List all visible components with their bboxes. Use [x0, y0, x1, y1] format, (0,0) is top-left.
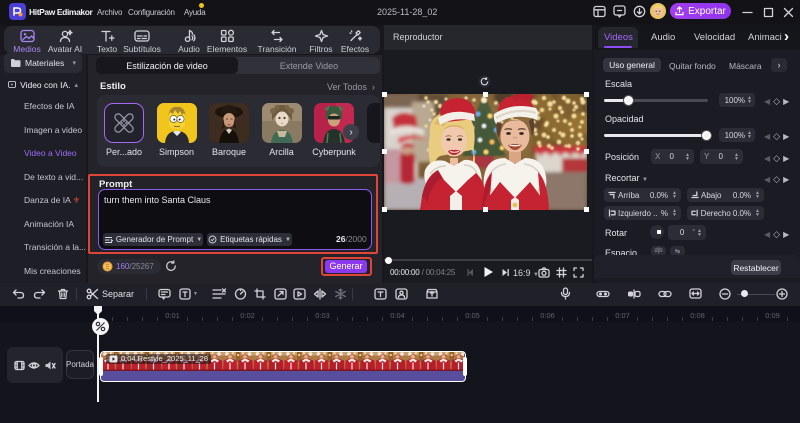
svg-text:0:08: 0:08: [690, 311, 705, 320]
svg-text:0:06: 0:06: [540, 311, 555, 320]
svg-text:0:01: 0:01: [165, 311, 180, 320]
svg-text:0:05: 0:05: [465, 311, 480, 320]
svg-text:0:09: 0:09: [765, 311, 780, 320]
svg-text:0:07: 0:07: [615, 311, 630, 320]
svg-text:0:03: 0:03: [315, 311, 330, 320]
svg-text:0:04: 0:04: [390, 311, 405, 320]
svg-text:0:02: 0:02: [240, 311, 255, 320]
